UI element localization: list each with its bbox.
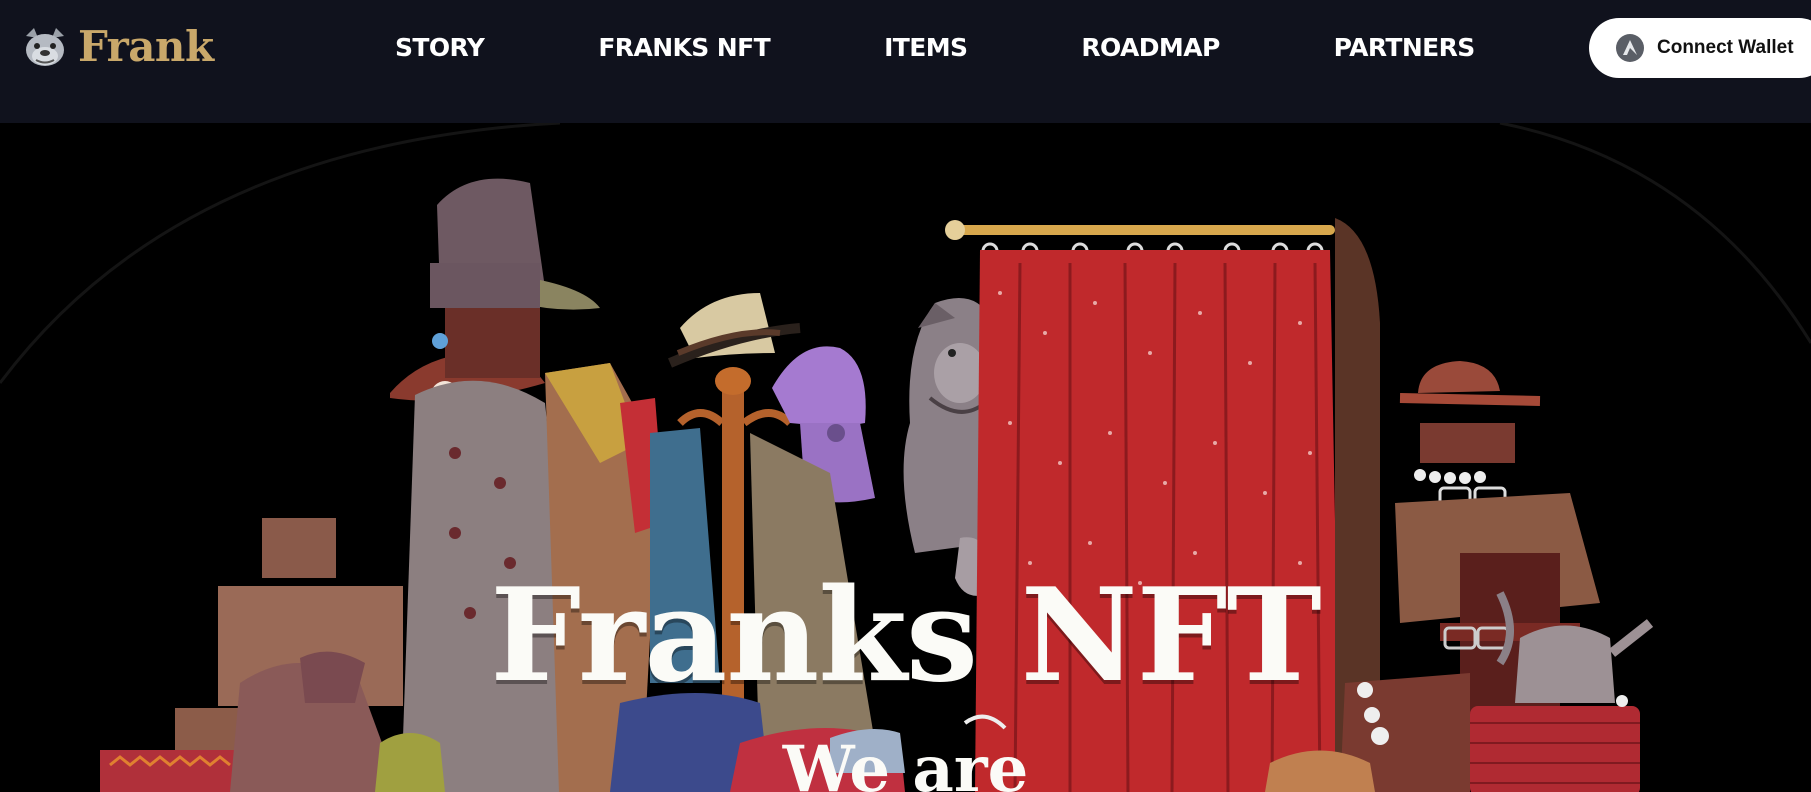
bulldog-head-icon: [26, 28, 64, 66]
nav-link-items[interactable]: ITEMS: [884, 30, 968, 66]
connect-wallet-button[interactable]: Connect Wallet: [1589, 18, 1811, 78]
wallet-logo-icon: [1616, 34, 1644, 62]
nav-link-roadmap[interactable]: ROADMAP: [1081, 30, 1220, 66]
nav-link-franks-nft[interactable]: FRANKS NFT: [598, 30, 770, 66]
hero-subtitle: We are: [782, 732, 1029, 792]
brand-logo[interactable]: Frank: [22, 26, 214, 68]
hero-title: Franks NFT: [490, 561, 1322, 711]
nav-link-partners[interactable]: PARTNERS: [1334, 30, 1476, 66]
brand-name: Frank: [78, 22, 214, 71]
hero-section: Franks NFT We are: [0, 123, 1811, 792]
connect-wallet-label: Connect Wallet: [1657, 37, 1794, 58]
top-navigation-bar: Frank STORY FRANKS NFT ITEMS ROADMAP PAR…: [0, 0, 1811, 123]
nav-link-story[interactable]: STORY: [395, 30, 485, 66]
main-menu: STORY FRANKS NFT ITEMS ROADMAP PARTNERS: [395, 30, 1475, 66]
